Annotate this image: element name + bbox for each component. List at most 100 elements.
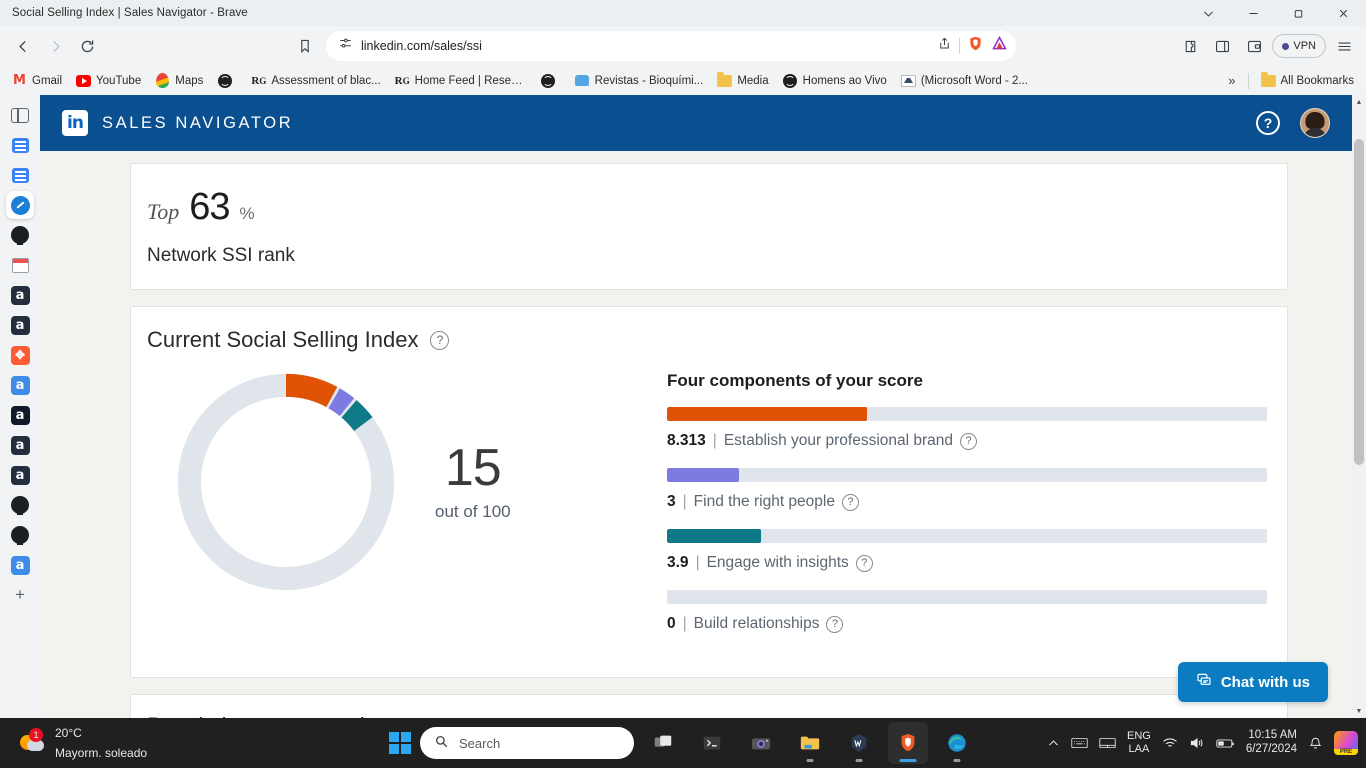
taskbar-app-word[interactable]	[839, 722, 879, 764]
taskbar-app-brave[interactable]	[888, 722, 928, 764]
help-icon[interactable]: ?	[1256, 111, 1280, 135]
chat-icon	[1196, 672, 1212, 692]
active-tab-title[interactable]: Social Selling Index | Sales Navigator -…	[12, 7, 248, 19]
taskbar-app-edge[interactable]	[937, 722, 977, 764]
sidebar-item-amazon-6[interactable]: a	[6, 461, 34, 489]
sidebar-item-calendar[interactable]	[6, 251, 34, 279]
scroll-up-icon[interactable]: ▲	[1352, 95, 1366, 109]
taskbar-app-file-explorer[interactable]	[790, 722, 830, 764]
bookmark-microsoft-word[interactable]: (Microsoft Word - 2...	[895, 70, 1034, 91]
minimize-icon[interactable]	[1231, 0, 1276, 26]
site-settings-icon[interactable]	[338, 36, 353, 56]
linkedin-logo-icon[interactable]: in	[62, 110, 88, 136]
compass-icon	[10, 195, 30, 215]
start-button[interactable]	[389, 732, 411, 754]
sidebar-item-amazon-5[interactable]: a	[6, 431, 34, 459]
keyboard-icon[interactable]	[1071, 736, 1088, 750]
bookmark-label: Revistas - Bioquími...	[594, 74, 704, 87]
search-icon	[434, 734, 449, 752]
taskbar-app-terminal[interactable]	[692, 722, 732, 764]
sidebar-item-reading-list[interactable]	[6, 131, 34, 159]
sidebar-item-hubspot[interactable]: ✥	[6, 341, 34, 369]
share-icon[interactable]	[937, 36, 952, 56]
terminal-icon	[703, 736, 721, 750]
sidebar-item-amazon-2[interactable]: a	[6, 311, 34, 339]
ssi-score-sublabel: out of 100	[435, 502, 511, 521]
brave-shields-icon[interactable]	[967, 35, 984, 57]
sidebar-item-github-3[interactable]	[6, 521, 34, 549]
sidebar-item-amazon-4[interactable]: a	[6, 401, 34, 429]
all-bookmarks-button[interactable]: All Bookmarks	[1255, 70, 1361, 91]
bookmark-globe-1[interactable]	[211, 70, 243, 91]
bookmark-revistas[interactable]: Revistas - Bioquími...	[569, 70, 710, 91]
bookmark-globe-2[interactable]	[535, 70, 567, 91]
chat-with-us-button[interactable]: Chat with us	[1177, 662, 1328, 702]
help-icon[interactable]: ?	[841, 493, 859, 511]
taskbar-app-task-view[interactable]	[643, 722, 683, 764]
reload-icon[interactable]	[72, 31, 102, 61]
browser-menu-icon[interactable]	[1330, 32, 1358, 60]
scroll-down-icon[interactable]: ▼	[1352, 704, 1366, 718]
tab-search-icon[interactable]	[1186, 0, 1231, 26]
taskbar-app-camera[interactable]	[741, 722, 781, 764]
component-progress-track	[667, 407, 1267, 421]
clock[interactable]: 10:15 AM 6/27/2024	[1246, 729, 1297, 756]
tray-overflow-icon[interactable]	[1047, 737, 1060, 750]
extension-triangle-icon[interactable]	[991, 35, 1008, 57]
wifi-icon[interactable]	[1162, 736, 1178, 750]
language-indicator[interactable]: ENG LAA	[1127, 730, 1151, 756]
bookmark-youtube[interactable]: YouTube	[70, 70, 147, 91]
sidebar-item-github-1[interactable]	[6, 221, 34, 249]
bookmark-maps[interactable]: Maps	[149, 70, 209, 91]
blue-document-icon	[11, 137, 29, 153]
ssi-donut-chart	[177, 373, 395, 591]
help-icon[interactable]: ?	[855, 554, 873, 572]
back-icon[interactable]	[8, 31, 38, 61]
blue-document-icon	[11, 167, 29, 183]
sidebar-item-amazon-7[interactable]: a	[6, 551, 34, 579]
bookmarks-overflow-icon[interactable]: »	[1222, 73, 1241, 88]
windows-taskbar: 1 20°C Mayorm. soleado Search ENG LAA 10…	[0, 718, 1366, 768]
running-indicator	[855, 759, 863, 762]
help-icon[interactable]: ?	[960, 432, 978, 450]
close-icon[interactable]	[1321, 0, 1366, 26]
component-progress-track	[667, 590, 1267, 604]
bookmark-gmail[interactable]: M Gmail	[6, 70, 68, 91]
bookmark-icon[interactable]	[290, 31, 320, 61]
weather-widget[interactable]: 1 20°C Mayorm. soleado	[0, 723, 147, 763]
sidebar-item-amazon-1[interactable]: a	[6, 281, 34, 309]
youtube-icon	[76, 73, 92, 88]
help-icon[interactable]: ?	[826, 615, 844, 633]
sidebar-item-compass[interactable]	[6, 191, 34, 219]
current-ssi-card: Current Social Selling Index ? 15 out of	[130, 306, 1288, 678]
sidebar-item-amazon-3[interactable]: a	[6, 371, 34, 399]
url-text[interactable]: linkedin.com/sales/ssi	[361, 39, 929, 53]
touchpad-icon[interactable]	[1099, 736, 1116, 750]
sidebar-item-documents[interactable]	[6, 161, 34, 189]
avatar[interactable]	[1300, 108, 1330, 138]
score-components-section: Four components of your score 8.313 | Esta…	[667, 367, 1287, 651]
bell-icon[interactable]	[1308, 736, 1323, 751]
scrollbar-thumb[interactable]	[1354, 139, 1364, 465]
sidebar-item-github-2[interactable]	[6, 491, 34, 519]
search-input[interactable]: Search	[420, 727, 634, 759]
amazon-icon: a	[10, 465, 30, 485]
sidebar-item-add-tab[interactable]: +	[6, 581, 34, 609]
bookmark-media[interactable]: Media	[711, 70, 774, 91]
vpn-button[interactable]: VPN	[1272, 34, 1326, 58]
sidebar-item-toggle-panel[interactable]	[6, 101, 34, 129]
sidebar-toggle-icon[interactable]	[1208, 32, 1236, 60]
bookmark-assessment[interactable]: RG Assessment of blac...	[245, 70, 386, 91]
bookmark-home-feed[interactable]: RG Home Feed | Resear...	[389, 70, 533, 91]
bookmark-homens-ao-vivo[interactable]: Homens ao Vivo	[777, 70, 893, 91]
maximize-icon[interactable]	[1276, 0, 1321, 26]
page-scrollbar[interactable]: ▲ ▼	[1352, 95, 1366, 718]
address-bar[interactable]: linkedin.com/sales/ssi	[326, 31, 1016, 61]
forward-icon[interactable]	[40, 31, 70, 61]
copilot-icon[interactable]	[1334, 731, 1358, 755]
help-icon[interactable]: ?	[430, 330, 450, 350]
volume-icon[interactable]	[1189, 736, 1205, 750]
wallet-icon[interactable]	[1240, 32, 1268, 60]
battery-icon[interactable]	[1216, 737, 1235, 750]
extensions-icon[interactable]	[1176, 32, 1204, 60]
